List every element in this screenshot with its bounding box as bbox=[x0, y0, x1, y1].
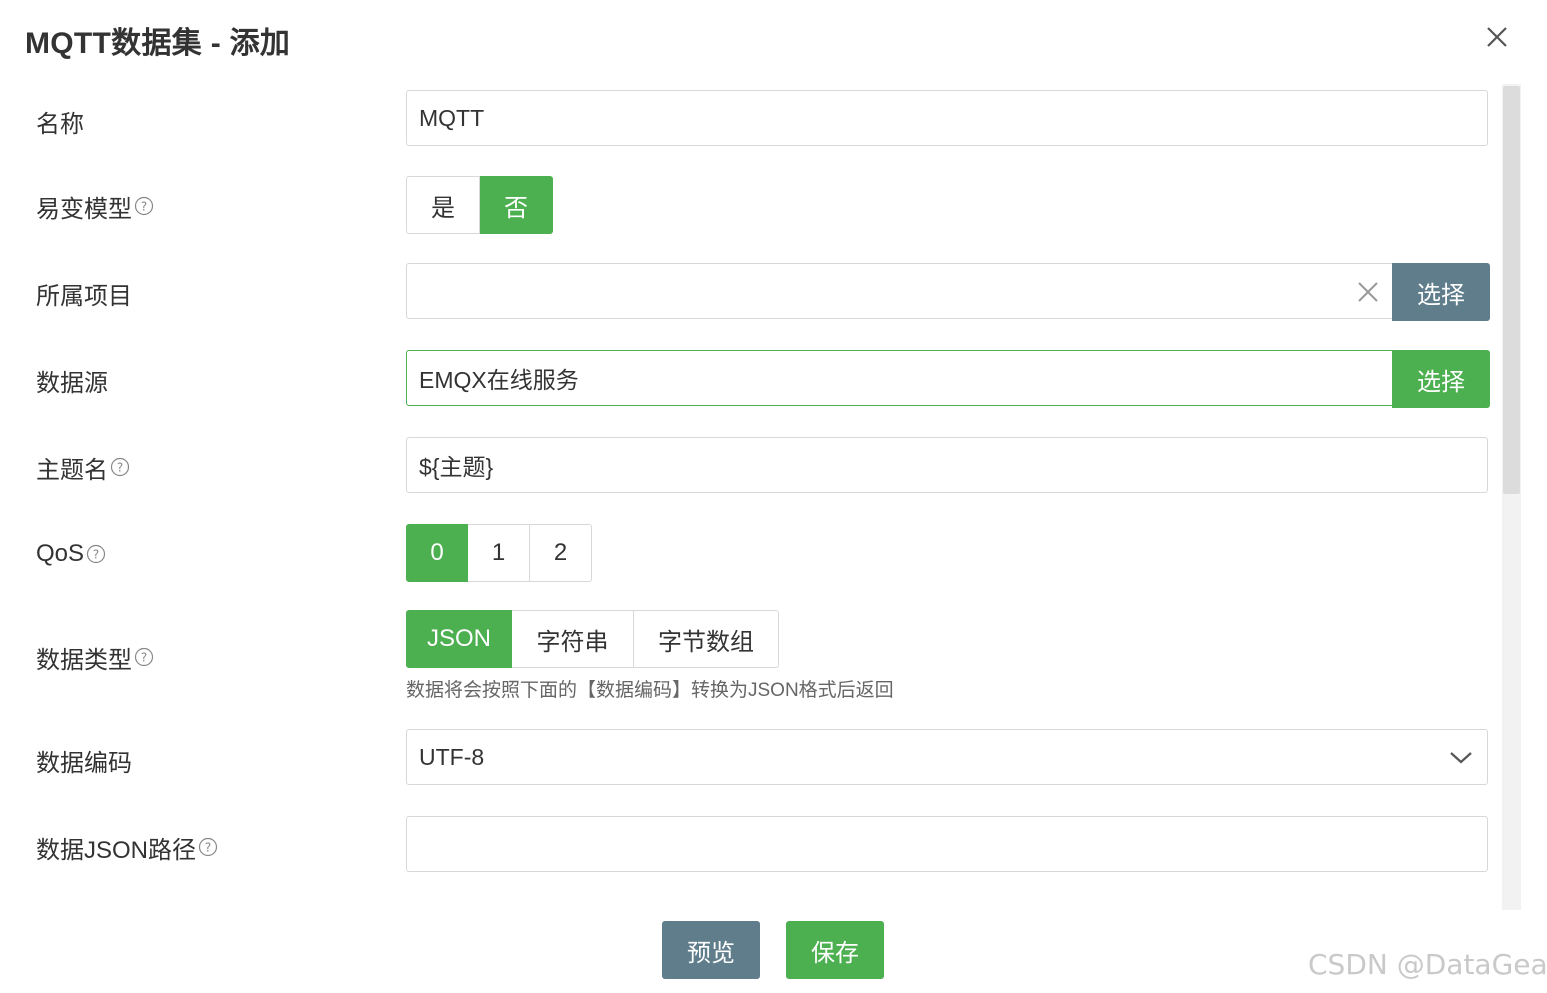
encoding-label: 数据编码 bbox=[36, 749, 132, 777]
qos-option-2[interactable]: 2 bbox=[530, 524, 592, 582]
qos-option-0[interactable]: 0 bbox=[406, 524, 468, 582]
watermark: CSDN @DataGear bbox=[1308, 948, 1547, 981]
project-input[interactable] bbox=[406, 263, 1394, 319]
data-type-bytes[interactable]: 字节数组 bbox=[634, 610, 779, 668]
data-source-input[interactable]: EMQX在线服务 bbox=[406, 350, 1394, 406]
volatile-model-no[interactable]: 否 bbox=[480, 176, 553, 234]
preview-button[interactable]: 预览 bbox=[662, 921, 760, 979]
json-path-input[interactable] bbox=[406, 816, 1488, 872]
chevron-down-icon[interactable] bbox=[1448, 748, 1474, 768]
svg-text:?: ? bbox=[93, 548, 99, 562]
clear-icon[interactable] bbox=[1354, 278, 1382, 306]
svg-text:?: ? bbox=[141, 651, 147, 665]
qos-label: QoS ? bbox=[36, 525, 106, 583]
name-label: 名称 bbox=[36, 110, 84, 138]
save-button[interactable]: 保存 bbox=[786, 921, 884, 979]
scrollbar-thumb[interactable] bbox=[1503, 86, 1520, 494]
data-type-toggle: JSON 字符串 字节数组 bbox=[406, 610, 779, 668]
data-type-string[interactable]: 字符串 bbox=[512, 610, 634, 668]
data-source-select-button[interactable]: 选择 bbox=[1392, 350, 1490, 408]
volatile-model-toggle: 是 否 bbox=[406, 176, 553, 234]
help-icon[interactable]: ? bbox=[86, 544, 106, 564]
data-type-json[interactable]: JSON bbox=[406, 610, 512, 668]
svg-text:?: ? bbox=[141, 200, 147, 214]
help-icon[interactable]: ? bbox=[198, 837, 218, 857]
svg-text:?: ? bbox=[117, 461, 123, 475]
data-type-label: 数据类型 ? bbox=[36, 628, 154, 686]
qos-toggle: 0 1 2 bbox=[406, 524, 592, 582]
encoding-select[interactable]: UTF-8 bbox=[406, 729, 1488, 785]
data-source-label: 数据源 bbox=[36, 369, 108, 397]
topic-input[interactable]: ${主题} bbox=[406, 437, 1488, 493]
topic-label: 主题名 ? bbox=[36, 438, 130, 496]
name-input[interactable]: MQTT bbox=[406, 90, 1488, 146]
volatile-model-yes[interactable]: 是 bbox=[406, 176, 480, 234]
svg-text:?: ? bbox=[205, 841, 211, 855]
help-icon[interactable]: ? bbox=[134, 196, 154, 216]
project-select-button[interactable]: 选择 bbox=[1392, 263, 1490, 321]
data-type-hint: 数据将会按照下面的【数据编码】转换为JSON格式后返回 bbox=[406, 680, 894, 701]
qos-option-1[interactable]: 1 bbox=[468, 524, 530, 582]
help-icon[interactable]: ? bbox=[134, 647, 154, 667]
json-path-label: 数据JSON路径 ? bbox=[36, 818, 218, 876]
close-icon[interactable] bbox=[1482, 22, 1512, 52]
project-label: 所属项目 bbox=[36, 282, 132, 310]
dialog-title: MQTT数据集 - 添加 bbox=[25, 27, 291, 60]
volatile-model-label: 易变模型 ? bbox=[36, 177, 154, 235]
help-icon[interactable]: ? bbox=[110, 457, 130, 477]
